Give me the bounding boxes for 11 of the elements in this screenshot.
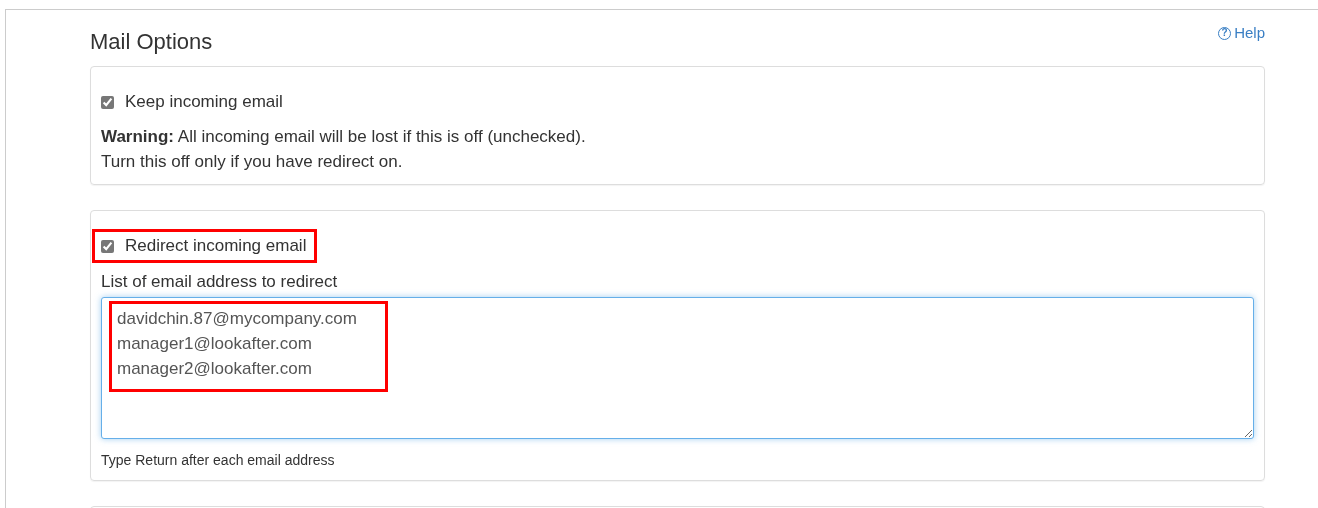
- help-text: Type Return after each email address: [101, 451, 336, 469]
- help-link[interactable]: ? Help: [1218, 22, 1265, 45]
- email-list-field[interactable]: davidchin.87@mycompany.com manager1@lookafter.com manager2@lookafter.com: [101, 297, 1254, 439]
- checkbox-label: Keep incoming email: [125, 92, 283, 112]
- checkbox[interactable]: [101, 95, 114, 109]
- section-title: Mail Options: [90, 29, 213, 56]
- warning-text: Warning: All incoming email will be lost if this is off (unchecked).: [101, 126, 587, 148]
- checkbox-label: Redirect incoming email: [125, 236, 307, 256]
- field-label: List of email address to redirect: [101, 271, 339, 293]
- note-text: Turn this off only if you have redirect on.: [101, 151, 404, 173]
- checkbox[interactable]: [101, 239, 114, 253]
